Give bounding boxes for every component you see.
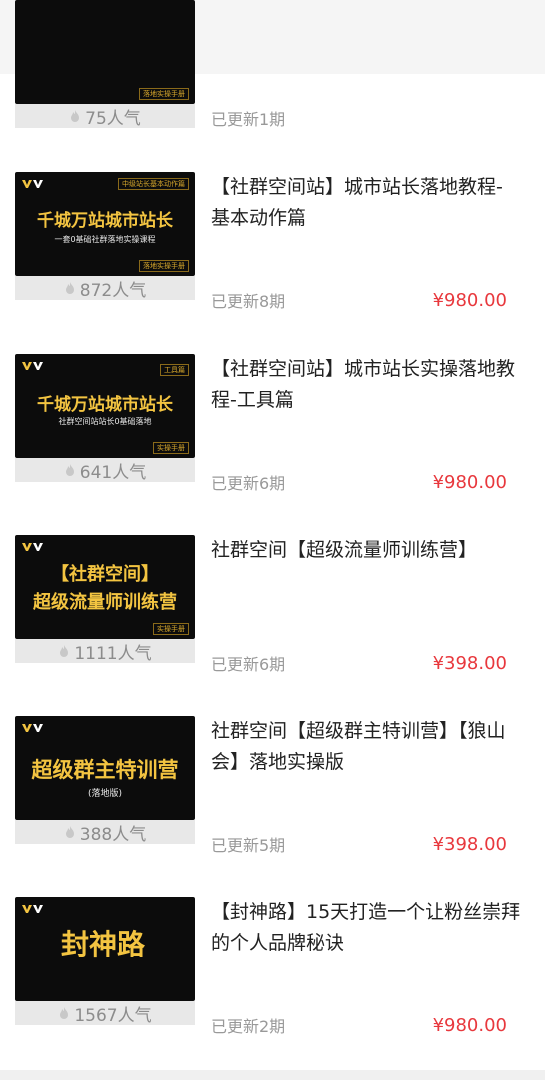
list-item[interactable]: 【社群空间】 超级流量师训练营 实操手册 1111人气 社群空间【超级流量师训练… bbox=[0, 535, 545, 717]
list-item[interactable]: 工具篇 千城万站城市站长 社群空间站站长0基础落地 实操手册 641人气 【社群… bbox=[0, 354, 545, 536]
bottom-divider bbox=[0, 1070, 545, 1080]
course-title[interactable]: 社群空间【超级群主特训营】【狼山会】落地实操版 bbox=[211, 716, 521, 778]
popularity-bar: 75人气 bbox=[15, 104, 195, 129]
popularity-count: 75人气 bbox=[85, 108, 141, 129]
list-item[interactable]: 中级站长基本动作篇 千城万站城市站长 一套0基础社群落地实操课程 落地实操手册 … bbox=[0, 172, 545, 354]
brand-logo-icon bbox=[22, 362, 43, 370]
list-item[interactable]: 落地实操手册 75人气 已更新1期 bbox=[0, 0, 545, 182]
flame-icon bbox=[65, 826, 74, 838]
cover-tag: 落地实操手册 bbox=[139, 260, 189, 272]
popularity-count: 641人气 bbox=[79, 462, 147, 483]
popularity-bar: 388人气 bbox=[15, 820, 195, 845]
course-price: ¥980.00 bbox=[432, 1015, 507, 1036]
list-item[interactable]: 超级群主特训营 (落地版) 388人气 社群空间【超级群主特训营】【狼山会】落地… bbox=[0, 716, 545, 898]
brand-logo-icon bbox=[22, 724, 43, 732]
course-price: ¥398.00 bbox=[432, 653, 507, 674]
update-status: 已更新8期 bbox=[211, 292, 286, 311]
popularity-bar: 641人气 bbox=[15, 458, 195, 483]
course-price: ¥980.00 bbox=[432, 290, 507, 311]
flame-icon bbox=[71, 110, 80, 122]
popularity-bar: 1567人气 bbox=[15, 1001, 195, 1026]
course-cover: 工具篇 千城万站城市站长 社群空间站站长0基础落地 实操手册 bbox=[15, 354, 195, 458]
popularity-count: 1111人气 bbox=[74, 643, 152, 664]
brand-logo-icon bbox=[22, 543, 43, 551]
flame-icon bbox=[60, 645, 69, 657]
update-status: 已更新6期 bbox=[211, 655, 286, 674]
update-status: 已更新5期 bbox=[211, 836, 286, 855]
course-cover: 中级站长基本动作篇 千城万站城市站长 一套0基础社群落地实操课程 落地实操手册 bbox=[15, 172, 195, 276]
update-status: 已更新1期 bbox=[211, 110, 286, 129]
cover-subline: (落地版) bbox=[87, 789, 123, 799]
brand-logo-icon bbox=[22, 180, 43, 188]
list-item[interactable]: 封神路 1567人气 【封神路】15天打造一个让粉丝崇拜的个人品牌秘诀 已更新2… bbox=[0, 897, 545, 1079]
course-cover: 落地实操手册 bbox=[15, 0, 195, 104]
course-cover: 【社群空间】 超级流量师训练营 实操手册 bbox=[15, 535, 195, 639]
popularity-count: 872人气 bbox=[79, 280, 147, 301]
course-cover: 超级群主特训营 (落地版) bbox=[15, 716, 195, 820]
flame-icon bbox=[65, 282, 74, 294]
cover-headline: 千城万站城市站长 bbox=[37, 211, 173, 231]
update-status: 已更新6期 bbox=[211, 474, 286, 493]
cover-headline: 封神路 bbox=[61, 928, 146, 961]
course-title[interactable]: 【社群空间站】城市站长实操落地教程-工具篇 bbox=[211, 354, 521, 416]
cover-headline: 千城万站城市站长 bbox=[37, 395, 173, 415]
cover-tag: 工具篇 bbox=[160, 364, 189, 376]
brand-logo-icon bbox=[22, 905, 43, 913]
flame-icon bbox=[65, 464, 74, 476]
cover-tag: 落地实操手册 bbox=[139, 88, 189, 100]
popularity-count: 388人气 bbox=[79, 824, 147, 845]
course-title[interactable]: 社群空间【超级流量师训练营】 bbox=[211, 535, 521, 566]
course-title[interactable]: 【社群空间站】城市站长落地教程-基本动作篇 bbox=[211, 172, 521, 234]
cover-tag: 实操手册 bbox=[153, 442, 189, 454]
cover-tag: 中级站长基本动作篇 bbox=[118, 178, 189, 190]
popularity-bar: 1111人气 bbox=[15, 639, 195, 664]
cover-subline: 社群空间站站长0基础落地 bbox=[58, 417, 152, 426]
course-cover: 封神路 bbox=[15, 897, 195, 1001]
cover-headline: 【社群空间】 超级流量师训练营 bbox=[33, 564, 177, 613]
popularity-count: 1567人气 bbox=[74, 1005, 152, 1026]
course-price: ¥980.00 bbox=[432, 472, 507, 493]
course-price: ¥398.00 bbox=[432, 834, 507, 855]
course-title[interactable]: 【封神路】15天打造一个让粉丝崇拜的个人品牌秘诀 bbox=[211, 897, 521, 959]
cover-subline: 一套0基础社群落地实操课程 bbox=[54, 235, 156, 244]
cover-tag: 实操手册 bbox=[153, 623, 189, 635]
flame-icon bbox=[60, 1007, 69, 1019]
update-status: 已更新2期 bbox=[211, 1017, 286, 1036]
cover-headline: 超级群主特训营 bbox=[31, 758, 179, 782]
popularity-bar: 872人气 bbox=[15, 276, 195, 301]
